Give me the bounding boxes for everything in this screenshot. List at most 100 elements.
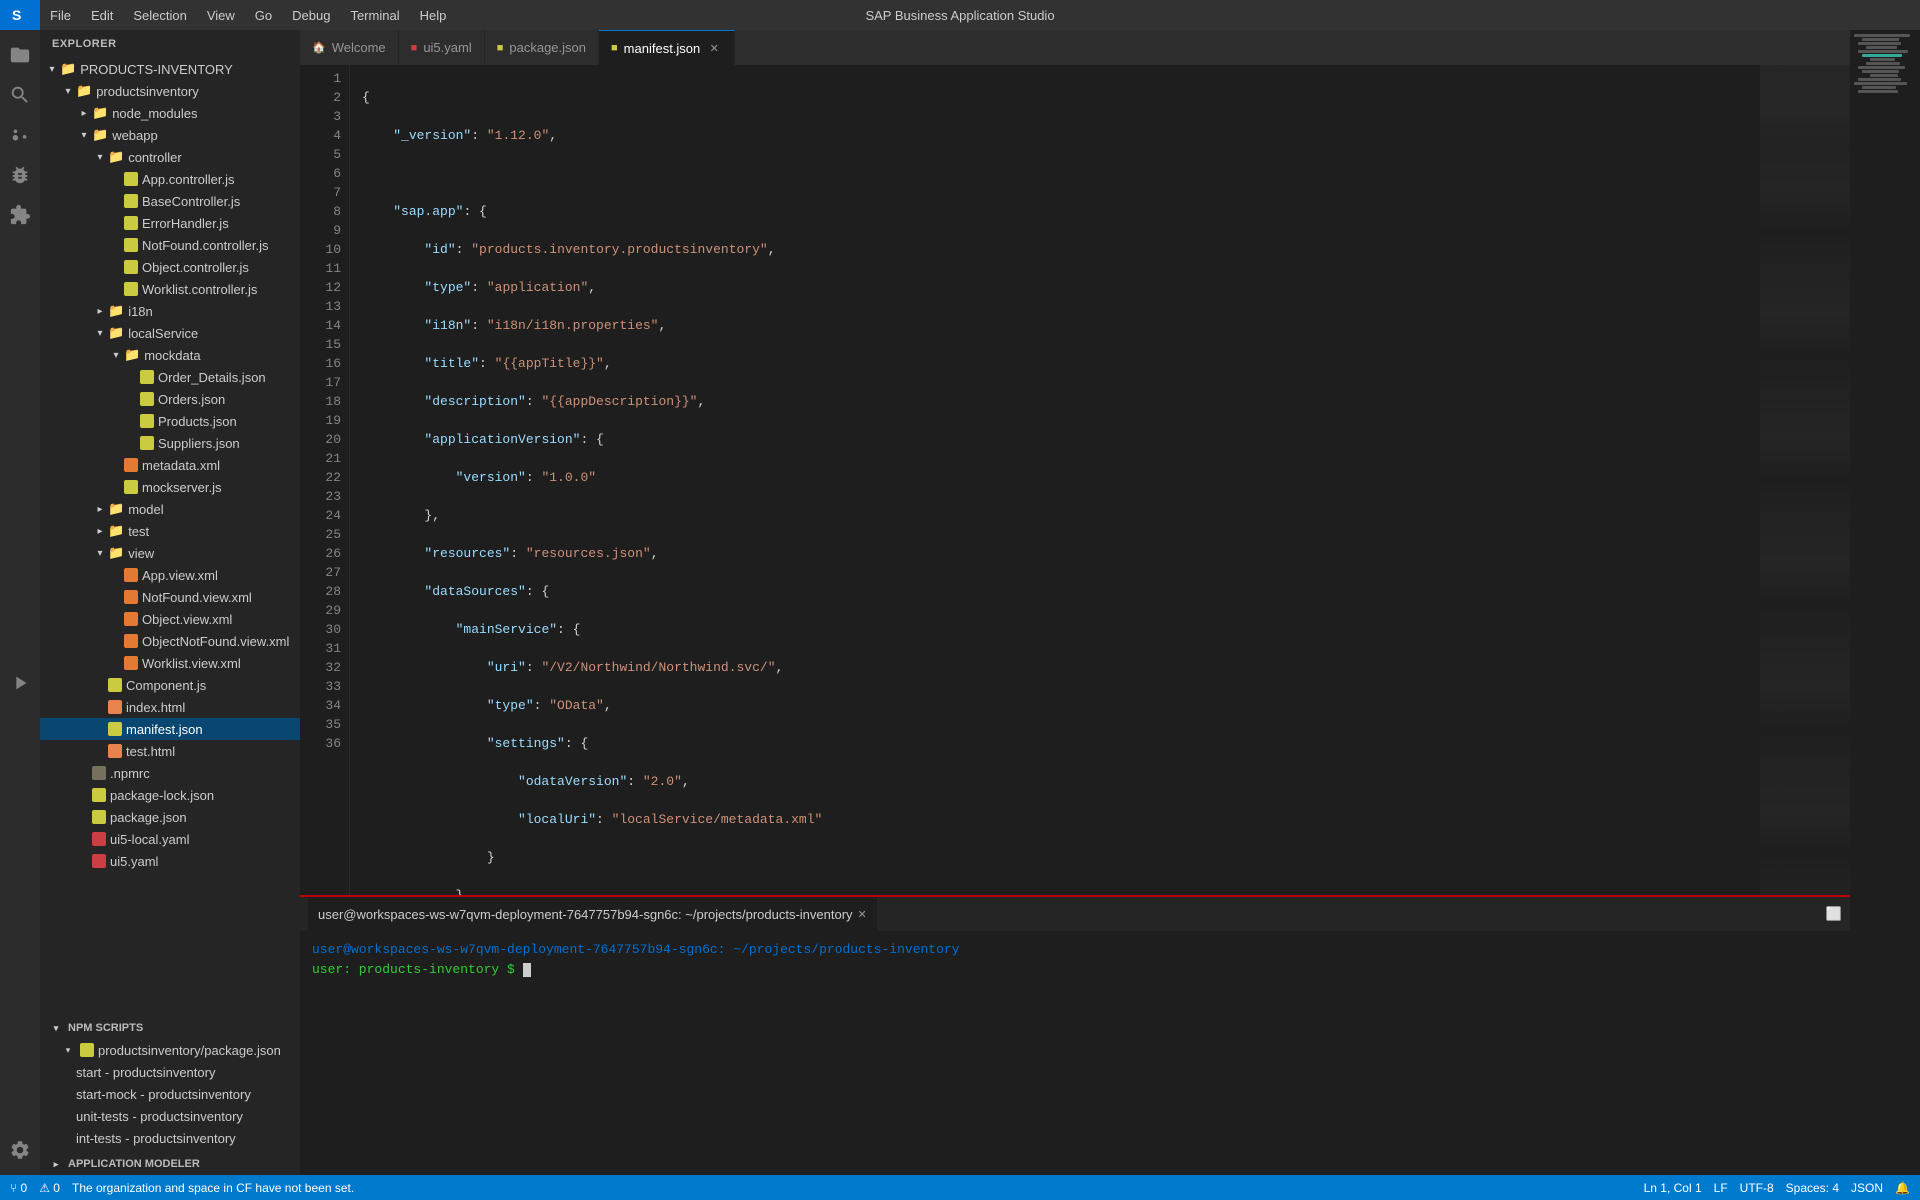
status-indentation[interactable]: Spaces: 4 xyxy=(1786,1181,1839,1195)
tree-item-test-html[interactable]: test.html xyxy=(40,740,300,762)
activity-bar xyxy=(0,30,40,1175)
status-errors[interactable]: ⚠ 0 xyxy=(39,1181,60,1195)
file-icon xyxy=(124,458,138,472)
tab-packagejson[interactable]: ■ package.json xyxy=(485,30,599,65)
terminal-tab-close[interactable]: ✕ xyxy=(858,908,867,921)
menu-go[interactable]: Go xyxy=(245,0,282,30)
explorer-header: EXPLORER xyxy=(40,30,300,58)
activity-icon-debug[interactable] xyxy=(0,155,40,195)
tree-item-package-lock[interactable]: package-lock.json xyxy=(40,784,300,806)
npm-script-int-tests[interactable]: int-tests - productsinventory xyxy=(40,1127,300,1149)
tree-item-ui5-yaml[interactable]: ui5.yaml xyxy=(40,850,300,872)
menu-view[interactable]: View xyxy=(197,0,245,30)
tab-close-button[interactable]: ✕ xyxy=(706,40,722,56)
tree-arrow xyxy=(92,303,108,319)
tree-item-object-view[interactable]: Object.view.xml xyxy=(40,608,300,630)
tab-manifestjson[interactable]: ■ manifest.json ✕ xyxy=(599,30,735,65)
status-cursor-pos[interactable]: Ln 1, Col 1 xyxy=(1644,1181,1702,1195)
tree-item-component[interactable]: Component.js xyxy=(40,674,300,696)
status-language[interactable]: JSON xyxy=(1851,1181,1883,1195)
status-git[interactable]: ⑂ 0 xyxy=(10,1181,27,1195)
terminal-prompt: user: products-inventory $ xyxy=(312,962,515,977)
folder-icon: 📁 xyxy=(108,523,124,539)
npm-scripts-header[interactable]: NPM SCRIPTS xyxy=(40,1017,300,1039)
tree-item-metadata-xml[interactable]: metadata.xml xyxy=(40,454,300,476)
folder-icon: 📁 xyxy=(108,149,124,165)
npm-script-start-mock[interactable]: start-mock - productsinventory xyxy=(40,1083,300,1105)
tree-item-worklist-view[interactable]: Worklist.view.xml xyxy=(40,652,300,674)
activity-icon-extensions[interactable] xyxy=(0,195,40,235)
tree-item-npmrc[interactable]: .npmrc xyxy=(40,762,300,784)
tree-item-view[interactable]: 📁 view xyxy=(40,542,300,564)
tree-arrow xyxy=(48,1020,64,1036)
menu-selection[interactable]: Selection xyxy=(123,0,196,30)
tree-item-model[interactable]: 📁 model xyxy=(40,498,300,520)
tab-ui5yaml[interactable]: ■ ui5.yaml xyxy=(399,30,485,65)
menu-file[interactable]: File xyxy=(40,0,81,30)
terminal-tab[interactable]: user@workspaces-ws-w7qvm-deployment-7647… xyxy=(308,897,877,932)
activity-icon-search[interactable] xyxy=(0,75,40,115)
tree-item-products[interactable]: Products.json xyxy=(40,410,300,432)
tree-label: i18n xyxy=(128,304,153,319)
tab-label: manifest.json xyxy=(624,41,701,56)
tree-item-error-handler[interactable]: ErrorHandler.js xyxy=(40,212,300,234)
activity-icon-files[interactable] xyxy=(0,35,40,75)
app-modeler-header[interactable]: APPLICATION MODELER xyxy=(40,1153,300,1175)
tree-item-objectnotfound-view[interactable]: ObjectNotFound.view.xml xyxy=(40,630,300,652)
tab-label: Welcome xyxy=(332,40,386,55)
terminal-expand-icon[interactable]: ⬜ xyxy=(1826,906,1842,922)
tree-item-mockdata[interactable]: 📁 mockdata xyxy=(40,344,300,366)
tree-item-manifest[interactable]: manifest.json xyxy=(40,718,300,740)
tree-label: .npmrc xyxy=(110,766,150,781)
status-notifications[interactable]: 🔔 xyxy=(1895,1181,1910,1195)
code-content[interactable]: { "_version": "1.12.0", "sap.app": { "id… xyxy=(350,65,1760,895)
menu-terminal[interactable]: Terminal xyxy=(340,0,409,30)
tree-item-ui5-local-yaml[interactable]: ui5-local.yaml xyxy=(40,828,300,850)
tree-item-index-html[interactable]: index.html xyxy=(40,696,300,718)
tree-label: NotFound.controller.js xyxy=(142,238,268,253)
tree-item-webapp[interactable]: 📁 webapp xyxy=(40,124,300,146)
app-logo: S xyxy=(0,0,40,30)
tree-item-app-view[interactable]: App.view.xml xyxy=(40,564,300,586)
menu-help[interactable]: Help xyxy=(410,0,457,30)
menu-debug[interactable]: Debug xyxy=(282,0,340,30)
tree-item-local-service[interactable]: 📁 localService xyxy=(40,322,300,344)
tree-item-object-controller[interactable]: Object.controller.js xyxy=(40,256,300,278)
tree-label: test.html xyxy=(126,744,175,759)
tab-welcome[interactable]: 🏠 Welcome xyxy=(300,30,399,65)
terminal-tab-label: user@workspaces-ws-w7qvm-deployment-7647… xyxy=(318,907,853,922)
activity-icon-run[interactable] xyxy=(0,663,40,703)
tree-item-test[interactable]: 📁 test xyxy=(40,520,300,542)
tab-label: package.json xyxy=(509,40,586,55)
terminal-content[interactable]: user@workspaces-ws-w7qvm-deployment-7647… xyxy=(300,932,1850,1175)
activity-icon-settings[interactable] xyxy=(0,1130,40,1170)
status-line-ending[interactable]: LF xyxy=(1714,1181,1728,1195)
tree-item-worklist-controller[interactable]: Worklist.controller.js xyxy=(40,278,300,300)
npm-group-item[interactable]: productsinventory/package.json xyxy=(40,1039,300,1061)
tree-item-package-json[interactable]: package.json xyxy=(40,806,300,828)
tree-item-products-inventory[interactable]: 📁 PRODUCTS-INVENTORY xyxy=(40,58,300,80)
tree-item-suppliers[interactable]: Suppliers.json xyxy=(40,432,300,454)
file-icon xyxy=(140,370,154,384)
status-encoding[interactable]: UTF-8 xyxy=(1740,1181,1774,1195)
npm-script-start[interactable]: start - productsinventory xyxy=(40,1061,300,1083)
tree-item-mockserver[interactable]: mockserver.js xyxy=(40,476,300,498)
outline-view xyxy=(1850,30,1920,1175)
folder-icon: 📁 xyxy=(92,127,108,143)
tree-item-productsinventory[interactable]: 📁 productsinventory xyxy=(40,80,300,102)
tree-item-notfound-controller[interactable]: NotFound.controller.js xyxy=(40,234,300,256)
tree-item-node-modules[interactable]: 📁 node_modules xyxy=(40,102,300,124)
tree-item-base-controller[interactable]: BaseController.js xyxy=(40,190,300,212)
tree-item-i18n[interactable]: 📁 i18n xyxy=(40,300,300,322)
menu-edit[interactable]: Edit xyxy=(81,0,123,30)
tree-item-order-details[interactable]: Order_Details.json xyxy=(40,366,300,388)
tree-label: Order_Details.json xyxy=(158,370,266,385)
tree-item-app-controller[interactable]: App.controller.js xyxy=(40,168,300,190)
tree-item-controller[interactable]: 📁 controller xyxy=(40,146,300,168)
window-title: SAP Business Application Studio xyxy=(865,8,1054,23)
tree-item-orders[interactable]: Orders.json xyxy=(40,388,300,410)
activity-icon-scm[interactable] xyxy=(0,115,40,155)
tree-item-notfound-view[interactable]: NotFound.view.xml xyxy=(40,586,300,608)
tree-label: view xyxy=(128,546,154,561)
npm-script-unit-tests[interactable]: unit-tests - productsinventory xyxy=(40,1105,300,1127)
